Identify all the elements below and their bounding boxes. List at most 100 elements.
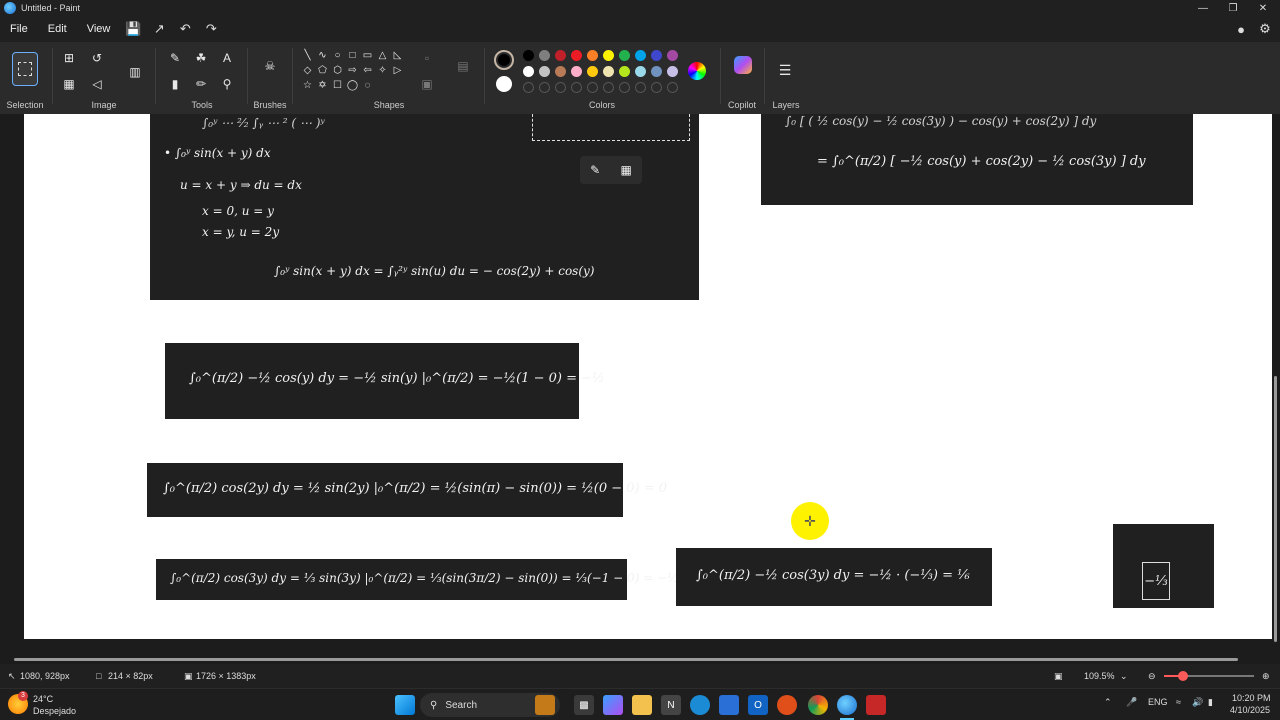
shape-option-icon[interactable]: ▭ (360, 48, 375, 63)
shape-option-icon[interactable]: ✧ (375, 63, 390, 78)
palette-swatch[interactable] (603, 66, 614, 77)
vertical-scroll-thumb[interactable] (1274, 376, 1277, 642)
color-picker-icon[interactable]: ✏ (190, 74, 212, 94)
copilot-taskbar-icon[interactable] (603, 695, 623, 715)
save-icon[interactable]: 💾 (120, 18, 146, 40)
clock-date[interactable]: 4/10/2025 (1230, 705, 1270, 715)
fill-icon[interactable]: ▣ (416, 74, 438, 94)
volume-icon[interactable]: 🔊 (1192, 697, 1203, 708)
shape-option-icon[interactable]: ☆ (300, 78, 315, 93)
magnifier-icon[interactable]: ⚲ (216, 74, 238, 94)
zoom-level[interactable]: 109.5% (1084, 671, 1115, 681)
account-icon[interactable]: ● (1228, 18, 1254, 40)
custom-color-slot[interactable] (523, 82, 534, 93)
shape-option-icon[interactable]: ◌ (360, 78, 375, 93)
menu-file[interactable]: File (0, 23, 38, 35)
math-block-2[interactable]: ∫₀ [ ( ½ cos(y) − ½ cos(3y) ) − cos(y) +… (761, 114, 1193, 205)
redo-icon[interactable]: ↷ (198, 18, 224, 40)
custom-color-slot[interactable] (555, 82, 566, 93)
chrome-icon[interactable] (808, 695, 828, 715)
math-block-5[interactable]: ∫₀^(π/2) cos(3y) dy = ⅓ sin(3y) |₀^(π/2)… (156, 559, 679, 600)
palette-swatch[interactable] (603, 50, 614, 61)
math-block-3[interactable]: ∫₀^(π/2) −½ cos(y) dy = −½ sin(y) |₀^(π/… (165, 343, 605, 419)
horizontal-scrollbar[interactable] (0, 654, 1280, 664)
share-icon[interactable]: ↗ (146, 18, 172, 40)
shape-option-icon[interactable]: □ (345, 48, 360, 63)
shape-option-icon[interactable]: ∿ (315, 48, 330, 63)
secondary-color-selector[interactable] (496, 76, 512, 92)
palette-swatch[interactable] (555, 50, 566, 61)
shape-option-icon[interactable]: ☐ (330, 78, 345, 93)
file-explorer-icon[interactable] (632, 695, 652, 715)
palette-swatch[interactable] (571, 66, 582, 77)
start-windows-icon[interactable] (395, 695, 415, 715)
outline-icon[interactable]: ▫ (416, 48, 438, 68)
shape-option-icon[interactable]: ╲ (300, 48, 315, 63)
horizontal-scroll-thumb[interactable] (14, 658, 1238, 661)
text-tool-icon[interactable]: A (216, 48, 238, 68)
shape-option-icon[interactable]: ◺ (390, 48, 405, 63)
clock-time[interactable]: 10:20 PM (1232, 693, 1271, 703)
tray-overflow-icon[interactable]: ⌃ (1104, 697, 1112, 708)
zoom-slider[interactable] (1164, 671, 1254, 681)
office-icon[interactable] (777, 695, 797, 715)
menu-edit[interactable]: Edit (38, 23, 77, 35)
menu-view[interactable]: View (77, 23, 121, 35)
zoom-slider-thumb[interactable] (1178, 671, 1188, 681)
palette-swatch[interactable] (667, 50, 678, 61)
outlook-icon[interactable]: O (748, 695, 768, 715)
primary-color-selector[interactable] (494, 50, 514, 70)
palette-swatch[interactable] (539, 66, 550, 77)
close-button[interactable]: ✕ (1248, 0, 1278, 16)
vertical-scrollbar[interactable] (1272, 114, 1280, 654)
notion-icon[interactable]: N (661, 695, 681, 715)
select-objects-icon[interactable]: ▦ (621, 163, 632, 177)
shape-option-icon[interactable]: ▷ (390, 63, 405, 78)
language-indicator[interactable]: ENG (1148, 697, 1168, 707)
remove-background-icon[interactable]: ✎ (590, 163, 600, 177)
palette-swatch[interactable] (651, 50, 662, 61)
store-icon[interactable] (719, 695, 739, 715)
copilot-icon[interactable] (734, 56, 752, 74)
math-block-7[interactable]: −⅓ (1113, 524, 1214, 608)
search-highlight-icon[interactable] (535, 695, 555, 715)
layers-icon[interactable]: ☰ (774, 60, 796, 80)
shape-option-icon[interactable]: ⇨ (345, 63, 360, 78)
palette-swatch[interactable] (571, 50, 582, 61)
task-view-icon[interactable]: ▩ (574, 695, 594, 715)
battery-icon[interactable]: ▮ (1208, 697, 1213, 708)
edit-colors-icon[interactable] (688, 62, 706, 80)
eraser-icon[interactable]: ▮ (164, 74, 186, 94)
zoom-in-icon[interactable]: ⊕ (1262, 671, 1270, 682)
palette-swatch[interactable] (539, 50, 550, 61)
resize-icon[interactable]: ↺ (86, 48, 108, 68)
maximize-button[interactable]: ❐ (1218, 0, 1248, 16)
settings-gear-icon[interactable]: ⚙ (1252, 18, 1278, 40)
weather-temp[interactable]: 24°C (33, 694, 53, 704)
palette-swatch[interactable] (555, 66, 566, 77)
shape-option-icon[interactable]: ⬠ (315, 63, 330, 78)
math-block-1[interactable]: ∫₀ʸ ⋯ ²⁄₂ ∫ᵧ ⋯ ² ( ⋯ )ʸ • ∫₀ʸ sin(x + y)… (150, 114, 699, 300)
image-effects-icon[interactable]: ▥ (124, 62, 146, 82)
shape-option-icon[interactable]: ◇ (300, 63, 315, 78)
edge-icon[interactable] (690, 695, 710, 715)
palette-swatch[interactable] (635, 50, 646, 61)
palette-swatch[interactable] (523, 66, 534, 77)
microphone-icon[interactable]: 🎤 (1126, 697, 1137, 708)
custom-color-slot[interactable] (619, 82, 630, 93)
shape-size-icon[interactable]: ▤ (452, 56, 474, 76)
math-block-6[interactable]: ∫₀^(π/2) −½ cos(3y) dy = −½ · (−⅓) = ⅙ (676, 548, 992, 606)
shape-option-icon[interactable]: △ (375, 48, 390, 63)
fit-to-window-icon[interactable]: ▣ (1054, 671, 1063, 682)
pdf-reader-icon[interactable] (866, 695, 886, 715)
palette-swatch[interactable] (619, 50, 630, 61)
selection-marquee[interactable] (532, 114, 690, 141)
crop-icon[interactable]: ⊞ (58, 48, 80, 68)
minimize-button[interactable]: — (1188, 0, 1218, 16)
palette-swatch[interactable] (587, 66, 598, 77)
custom-color-slot[interactable] (603, 82, 614, 93)
custom-color-slot[interactable] (667, 82, 678, 93)
undo-icon[interactable]: ↶ (172, 18, 198, 40)
drawing-canvas[interactable]: ∫₀ʸ ⋯ ²⁄₂ ∫ᵧ ⋯ ² ( ⋯ )ʸ • ∫₀ʸ sin(x + y)… (24, 114, 1274, 639)
palette-swatch[interactable] (635, 66, 646, 77)
